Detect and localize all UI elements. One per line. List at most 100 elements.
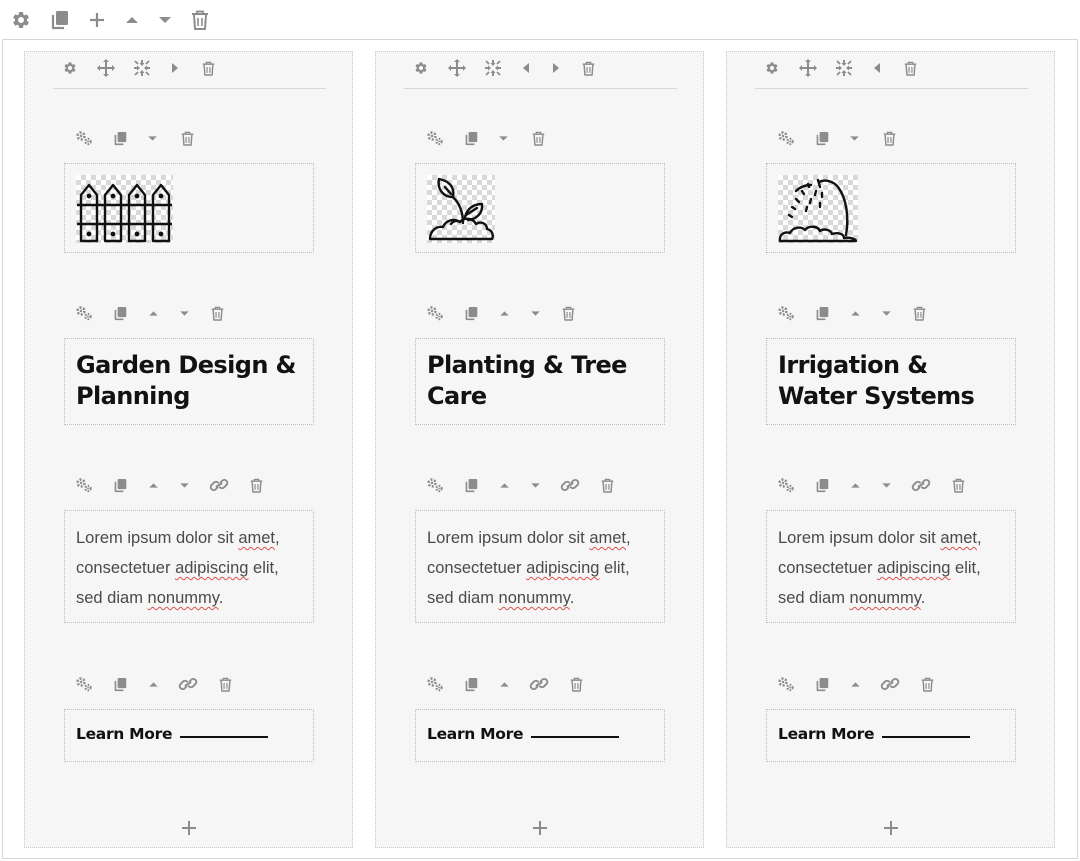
link-icon[interactable] xyxy=(559,476,581,494)
move-icon[interactable] xyxy=(448,59,466,77)
column-1[interactable]: Garden Design & Planning Lorem ipsum dol… xyxy=(24,51,353,848)
text-module[interactable]: Lorem ipsum dolor sit amet, consectetuer… xyxy=(766,510,1016,623)
caret-up-icon[interactable] xyxy=(146,478,160,492)
resize-icon[interactable] xyxy=(484,59,502,77)
copy-icon[interactable] xyxy=(49,9,71,31)
image-module[interactable] xyxy=(415,163,665,253)
copy-icon[interactable] xyxy=(814,304,830,322)
heading-module[interactable]: Irrigation & Water Systems xyxy=(766,338,1016,425)
trash-icon[interactable] xyxy=(599,476,615,494)
move-icon[interactable] xyxy=(97,59,115,77)
move-icon[interactable] xyxy=(799,59,817,77)
caret-left-icon[interactable] xyxy=(871,61,883,75)
gears-icon[interactable] xyxy=(74,304,94,322)
copy-icon[interactable] xyxy=(814,476,830,494)
caret-up-icon[interactable] xyxy=(146,677,160,691)
caret-down-icon[interactable] xyxy=(177,306,191,320)
trash-icon[interactable] xyxy=(248,476,264,494)
add-module-plus-icon[interactable] xyxy=(877,814,905,842)
trash-icon[interactable] xyxy=(568,675,584,693)
trash-icon[interactable] xyxy=(911,304,927,322)
caret-down-icon[interactable] xyxy=(879,306,893,320)
gear-icon[interactable] xyxy=(62,60,78,76)
trash-icon[interactable] xyxy=(881,129,897,147)
trash-icon[interactable] xyxy=(179,129,195,147)
trash-icon[interactable] xyxy=(919,675,935,693)
caret-up-icon[interactable] xyxy=(146,306,160,320)
add-module-plus-icon[interactable] xyxy=(526,814,554,842)
caret-up-icon[interactable] xyxy=(848,677,862,691)
trash-icon[interactable] xyxy=(209,304,225,322)
link-icon[interactable] xyxy=(879,675,901,693)
trash-icon[interactable] xyxy=(189,9,211,31)
link-icon[interactable] xyxy=(177,675,199,693)
copy-icon[interactable] xyxy=(463,675,479,693)
plus-icon[interactable] xyxy=(86,9,108,31)
caret-down-icon[interactable] xyxy=(528,478,542,492)
gears-icon[interactable] xyxy=(74,129,94,147)
caret-down-icon[interactable] xyxy=(528,306,542,320)
caret-down-icon[interactable] xyxy=(177,478,191,492)
trash-icon[interactable] xyxy=(902,60,918,76)
heading-module[interactable]: Garden Design & Planning xyxy=(64,338,314,425)
text-module[interactable]: Lorem ipsum dolor sit amet, consectetuer… xyxy=(64,510,314,623)
image-module[interactable] xyxy=(766,163,1016,253)
gears-icon[interactable] xyxy=(776,675,796,693)
copy-icon[interactable] xyxy=(463,129,479,147)
copy-icon[interactable] xyxy=(112,129,128,147)
trash-icon[interactable] xyxy=(530,129,546,147)
text-module[interactable]: Lorem ipsum dolor sit amet, consectetuer… xyxy=(415,510,665,623)
gears-icon[interactable] xyxy=(425,304,445,322)
button-module[interactable]: Learn More xyxy=(766,709,1016,762)
gear-icon[interactable] xyxy=(413,60,429,76)
caret-up-icon[interactable] xyxy=(848,306,862,320)
resize-icon[interactable] xyxy=(133,59,151,77)
heading-module[interactable]: Planting & Tree Care xyxy=(415,338,665,425)
caret-up-icon[interactable] xyxy=(497,306,511,320)
gears-icon[interactable] xyxy=(425,476,445,494)
caret-up-icon[interactable] xyxy=(121,9,143,31)
copy-icon[interactable] xyxy=(814,675,830,693)
link-icon[interactable] xyxy=(528,675,550,693)
copy-icon[interactable] xyxy=(112,476,128,494)
gears-icon[interactable] xyxy=(776,304,796,322)
learn-more-link[interactable]: Learn More xyxy=(427,725,523,743)
copy-icon[interactable] xyxy=(112,675,128,693)
trash-icon[interactable] xyxy=(560,304,576,322)
trash-icon[interactable] xyxy=(200,60,216,76)
copy-icon[interactable] xyxy=(463,304,479,322)
copy-icon[interactable] xyxy=(814,129,830,147)
gears-icon[interactable] xyxy=(74,476,94,494)
gears-icon[interactable] xyxy=(776,129,796,147)
trash-icon[interactable] xyxy=(580,60,596,76)
column-3[interactable]: Irrigation & Water Systems Lorem ipsum d… xyxy=(726,51,1055,848)
link-icon[interactable] xyxy=(208,476,230,494)
resize-icon[interactable] xyxy=(835,59,853,77)
trash-icon[interactable] xyxy=(217,675,233,693)
gears-icon[interactable] xyxy=(776,476,796,494)
gear-icon[interactable] xyxy=(764,60,780,76)
copy-icon[interactable] xyxy=(112,304,128,322)
caret-down-icon[interactable] xyxy=(879,478,893,492)
caret-right-icon[interactable] xyxy=(169,61,181,75)
add-module-plus-icon[interactable] xyxy=(175,814,203,842)
caret-up-icon[interactable] xyxy=(497,677,511,691)
gears-icon[interactable] xyxy=(425,675,445,693)
button-module[interactable]: Learn More xyxy=(64,709,314,762)
gears-icon[interactable] xyxy=(425,129,445,147)
button-module[interactable]: Learn More xyxy=(415,709,665,762)
caret-down-icon[interactable] xyxy=(145,131,159,145)
gears-icon[interactable] xyxy=(74,675,94,693)
learn-more-link[interactable]: Learn More xyxy=(76,725,172,743)
caret-right-icon[interactable] xyxy=(550,61,562,75)
gear-icon[interactable] xyxy=(10,9,32,31)
caret-down-icon[interactable] xyxy=(496,131,510,145)
caret-up-icon[interactable] xyxy=(848,478,862,492)
trash-icon[interactable] xyxy=(950,476,966,494)
caret-up-icon[interactable] xyxy=(497,478,511,492)
caret-down-icon[interactable] xyxy=(847,131,861,145)
copy-icon[interactable] xyxy=(463,476,479,494)
link-icon[interactable] xyxy=(910,476,932,494)
learn-more-link[interactable]: Learn More xyxy=(778,725,874,743)
caret-left-icon[interactable] xyxy=(520,61,532,75)
